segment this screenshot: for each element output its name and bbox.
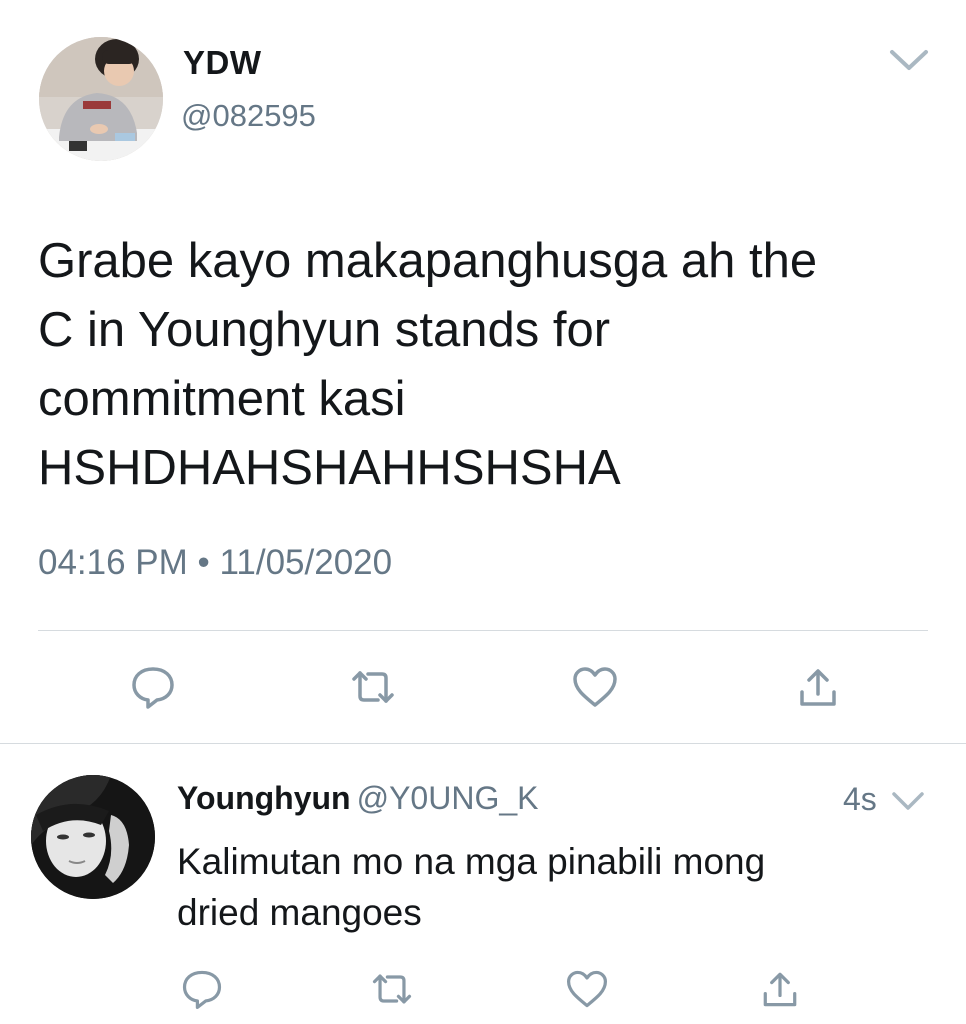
tweet-text-line: commitment kasi (38, 372, 406, 426)
tweet-text-line: HSHDHAHSHAHHSHSHA (38, 441, 621, 495)
user-handle[interactable]: @Y0UNG_K (357, 780, 539, 816)
chevron-down-icon[interactable] (888, 783, 928, 819)
retweet-icon[interactable] (348, 662, 398, 712)
divider (0, 743, 966, 744)
like-icon[interactable] (570, 662, 620, 712)
chevron-down-icon[interactable] (886, 40, 932, 80)
reply-text-line: Kalimutan mo na mga pinabili mong (177, 841, 766, 882)
divider (38, 630, 928, 631)
display-name[interactable]: Younghyun (177, 780, 351, 816)
reply-text: Kalimutan mo na mga pinabili mong dried … (177, 836, 937, 938)
tweet-text: Grabe kayo makapanghusga ah the C in You… (38, 227, 938, 503)
reply-text-line: dried mangoes (177, 892, 422, 933)
avatar[interactable] (39, 37, 163, 161)
display-name[interactable]: YDW (183, 44, 262, 82)
like-icon[interactable] (564, 966, 610, 1012)
tweet-timestamp: 04:16 PM • 11/05/2020 (38, 543, 393, 582)
reply-icon[interactable] (128, 662, 178, 712)
share-icon[interactable] (793, 662, 843, 712)
avatar[interactable] (31, 775, 155, 899)
tweet-text-line: Grabe kayo makapanghusga ah the (38, 234, 818, 288)
retweet-icon[interactable] (369, 966, 415, 1012)
reply-header: Younghyun @Y0UNG_K (177, 780, 538, 817)
avatar-photo (39, 37, 163, 161)
reply-time: 4s (843, 781, 877, 817)
tweet-text-line: C in Younghyun stands for (38, 303, 611, 357)
reply-icon[interactable] (179, 966, 225, 1012)
share-icon[interactable] (757, 966, 803, 1012)
avatar-photo (31, 775, 155, 899)
user-handle[interactable]: @082595 (181, 98, 316, 134)
